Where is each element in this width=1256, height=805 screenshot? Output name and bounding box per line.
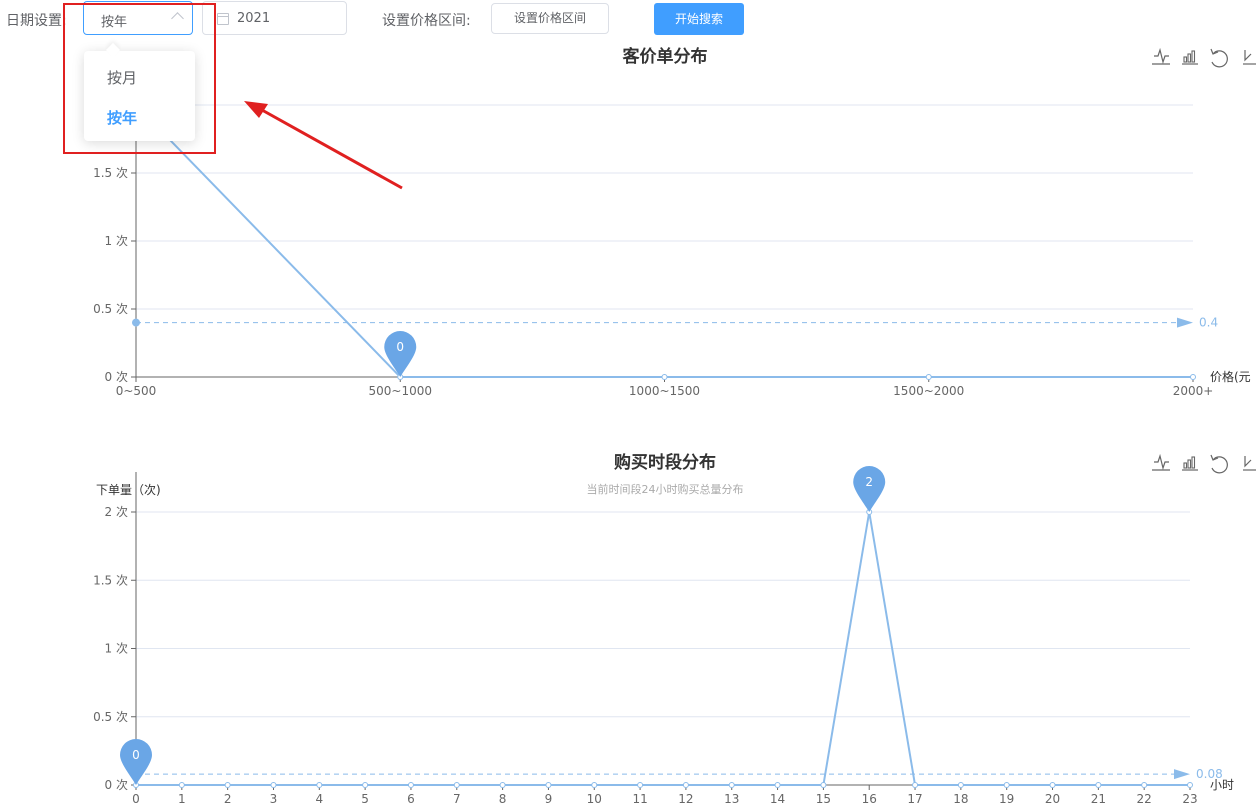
mark-line-label: 0.08 [1196,767,1223,781]
data-point [774,782,781,788]
x-tick-label: 13 [724,792,739,805]
x-tick-label: 8 [499,792,507,805]
x-tick-label: 23 [1182,792,1197,805]
data-point [912,782,919,788]
data-point [453,782,460,788]
download-icon [1243,456,1256,471]
mark-point-label: 0 [132,748,140,762]
data-point [591,782,598,788]
chart-toolbox [1152,453,1256,474]
data-point [957,782,964,788]
x-tick-label: 0~500 [116,384,157,398]
data-point [1187,782,1193,788]
x-tick-label: 10 [587,792,602,805]
annotation-arrow [244,101,403,190]
x-tick-label: 17 [907,792,922,805]
data-point [820,782,827,788]
data-point [1141,782,1148,788]
mark-point-label: 0 [396,340,404,354]
data-point [661,374,668,380]
y-tick-label: 0.5 次 [93,302,128,316]
x-tick-label: 1500~2000 [893,384,964,398]
hourly-distribution-chart: 0 次0.5 次1 次1.5 次2 次0 1 2 3 4 5 6 7 8 9 10 11 12 13 14 1… [93,466,1234,805]
data-point [499,782,506,788]
data-point [545,782,552,788]
data-point [270,782,277,788]
y-tick-label: 0 次 [105,370,128,384]
x-tick-label: 2000+ [1173,384,1214,398]
x-tick-label: 19 [999,792,1014,805]
x-tick-label: 500~1000 [369,384,433,398]
x-tick-label: 11 [632,792,647,805]
price-distribution-chart: 0 次 0.5 次 1 次 1.5 次 0~500 500~1000 1000~1500 15… [93,65,1251,398]
data-point [178,782,185,788]
data-point [1049,782,1056,788]
x-tick-label: 9 [545,792,553,805]
y-tick-label: 0.5 次 [93,710,128,724]
data-point [1095,782,1102,788]
chart-toolboxes [1152,47,1256,474]
x-tick-label: 2 [224,792,232,805]
mark-line-arrow [1177,317,1193,328]
x-tick-label: 6 [407,792,415,805]
data-point [407,782,414,788]
chart-toolbox [1152,47,1256,68]
data-point [637,782,644,788]
x-axis-name: 价格(元 [1210,369,1251,384]
x-tick-label: 3 [270,792,278,805]
data-point [1003,782,1010,788]
x-tick-label: 1000~1500 [629,384,700,398]
mark-point-label: 2 [865,475,873,489]
x-tick-label: 14 [770,792,785,805]
x-tick-label: 12 [678,792,693,805]
download-icon [1243,50,1256,65]
data-point [362,782,369,788]
y-tick-label: 1 次 [105,642,128,656]
x-tick-label: 21 [1091,792,1106,805]
y-tick-label: 1.5 次 [93,166,128,180]
bar-chart-icon [1182,456,1198,471]
x-tick-label: 5 [361,792,369,805]
x-tick-label: 1 [178,792,186,805]
x-tick-label: 20 [1045,792,1060,805]
x-tick-label: 4 [315,792,323,805]
x-tick-label: 0 [132,792,140,805]
annotation-highlight-box [63,3,216,154]
data-point [224,782,231,788]
y-tick-label: 2 次 [105,505,128,519]
line-chart-icon [1152,453,1170,471]
y-tick-label: 0 次 [105,778,128,792]
data-point [925,374,932,380]
line-chart-icon [1152,47,1170,65]
mark-line-label: 0.4 [1199,316,1218,330]
data-point [682,782,689,788]
data-point [316,782,323,788]
mark-point-pin [853,466,886,512]
restore-icon [1210,48,1228,68]
bar-chart-icon [1182,50,1198,65]
restore-icon [1210,454,1228,474]
x-tick-label: 15 [816,792,831,805]
y-tick-label: 1 次 [105,234,128,248]
mark-line-arrow [1174,769,1190,780]
mark-point-pin [384,331,417,377]
data-point [728,782,735,788]
y-tick-label: 1.5 次 [93,573,128,587]
x-tick-label: 22 [1137,792,1152,805]
x-tick-label: 7 [453,792,461,805]
x-tick-label: 18 [953,792,968,805]
x-tick-label: 16 [862,792,877,805]
data-point [1190,374,1196,380]
